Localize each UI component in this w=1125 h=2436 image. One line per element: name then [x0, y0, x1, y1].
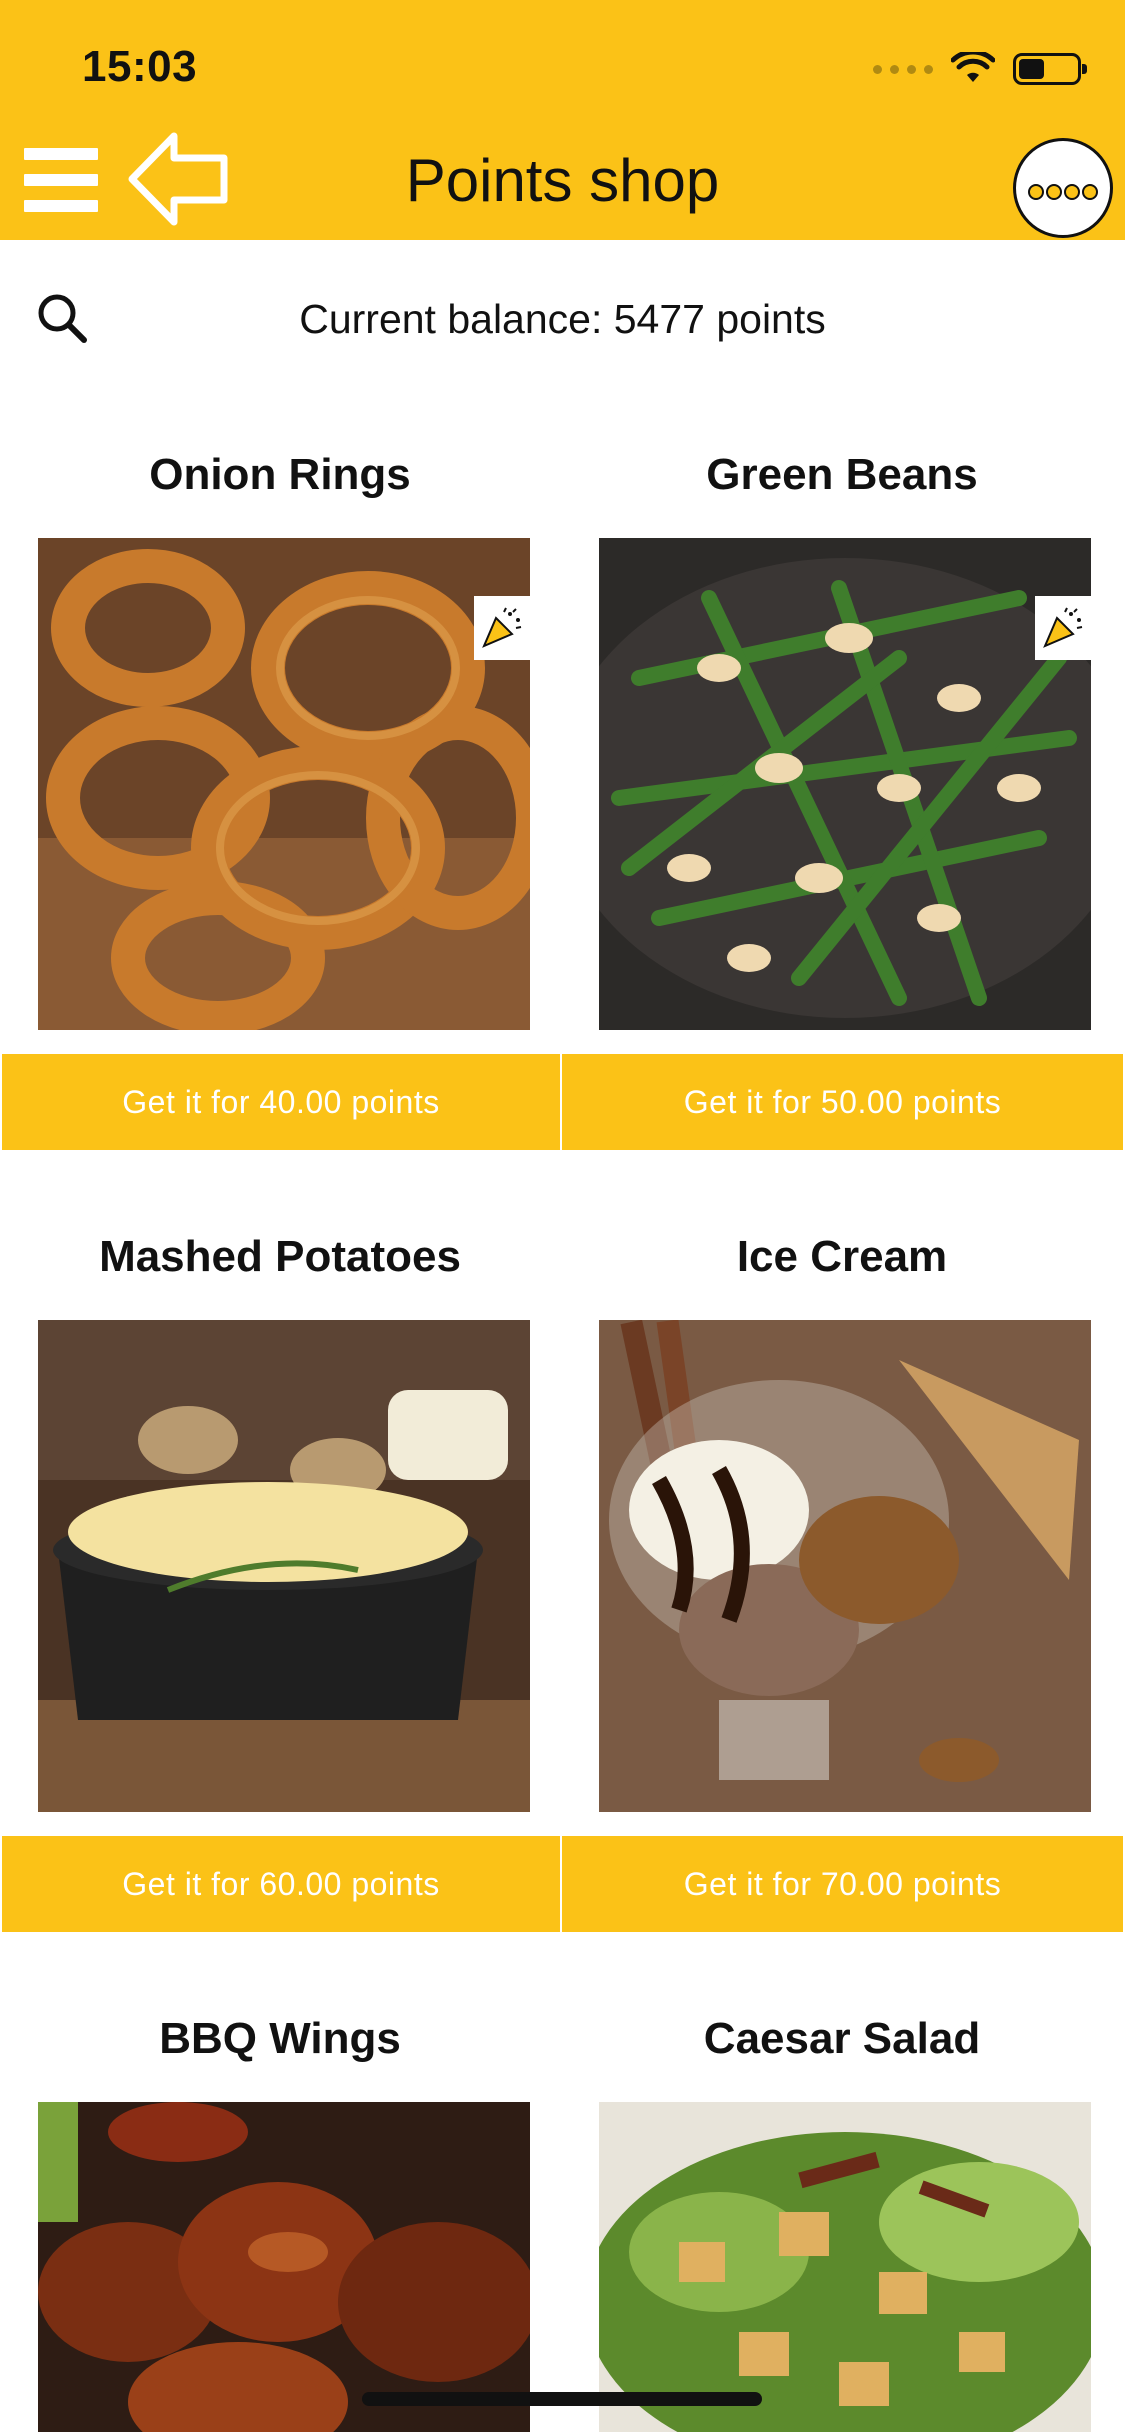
app-header: 15:03 Points shop: [0, 0, 1125, 240]
product-name: Caesar Salad: [703, 2014, 981, 2063]
product-image[interactable]: [38, 1320, 530, 1812]
battery-icon: [1013, 53, 1087, 85]
status-icons: [873, 52, 1087, 86]
product-name: Mashed Potatoes: [99, 1232, 461, 1281]
battery-level: [1019, 59, 1045, 79]
product-image[interactable]: [599, 538, 1091, 1030]
party-popper-icon: [482, 607, 522, 648]
buy-button[interactable]: Get it for 50.00 points: [562, 1054, 1123, 1150]
product-card: Onion Rings Get it for 40.00 points: [0, 450, 560, 1150]
home-indicator[interactable]: [362, 2392, 762, 2406]
promo-badge: [474, 596, 530, 660]
product-card: Ice Cream Get it for 70.00 points: [562, 1232, 1123, 1932]
product-card: Mashed Potatoes Get it for 60.00 points: [0, 1232, 560, 1932]
product-card: BBQ Wings: [0, 2014, 560, 2436]
current-balance: Current balance: 5477 points: [299, 296, 826, 342]
product-image[interactable]: [38, 2102, 530, 2432]
buy-button[interactable]: Get it for 40.00 points: [2, 1054, 560, 1150]
buy-button[interactable]: Get it for 60.00 points: [2, 1836, 560, 1932]
product-card: Caesar Salad: [562, 2014, 1122, 2436]
product-name: Onion Rings: [149, 450, 411, 499]
product-name: Green Beans: [706, 450, 978, 499]
buy-button[interactable]: Get it for 70.00 points: [562, 1836, 1123, 1932]
page-title: Points shop: [405, 147, 720, 214]
loyalty-badge-button[interactable]: [1013, 138, 1113, 238]
wifi-icon: [951, 52, 995, 82]
party-popper-icon: [1043, 607, 1083, 648]
product-image[interactable]: [38, 538, 530, 1030]
product-name: Ice Cream: [736, 1232, 948, 1281]
product-card: Green Beans Get it for 50.00 points: [562, 450, 1123, 1150]
promo-badge: [1035, 596, 1091, 660]
status-time: 15:03: [82, 42, 198, 91]
product-image[interactable]: [599, 2102, 1091, 2432]
loyalty-badge-icon: [1028, 184, 1098, 200]
product-image[interactable]: [599, 1320, 1091, 1812]
product-name: BBQ Wings: [159, 2014, 401, 2063]
signal-icon: [873, 64, 933, 74]
